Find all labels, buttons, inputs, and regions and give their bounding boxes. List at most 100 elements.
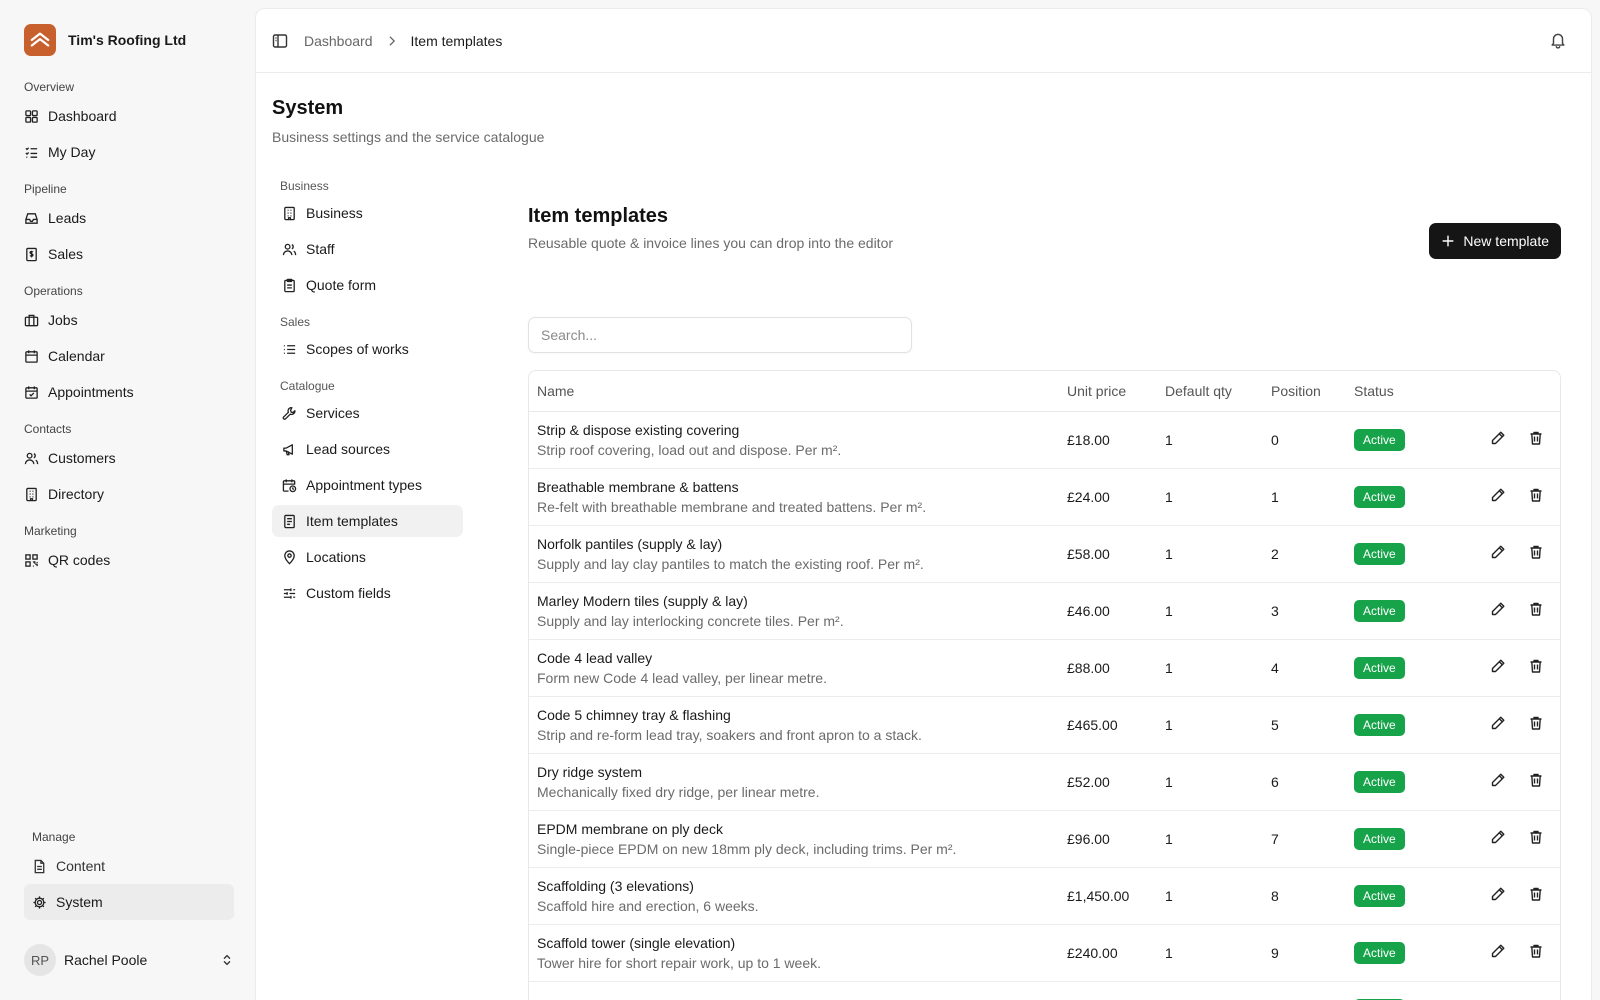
table-row[interactable]: Code 4 lead valley Form new Code 4 lead v… — [529, 639, 1560, 697]
breadcrumb-dashboard[interactable]: Dashboard — [304, 33, 373, 49]
cell-unit-price: £18.00 — [1059, 411, 1157, 469]
subnav-item-quote-form[interactable]: Quote form — [272, 269, 463, 301]
item-name: EPDM membrane on ply deck — [537, 820, 723, 837]
subnav-item-appointment-types[interactable]: Appointment types — [272, 469, 463, 501]
trash-icon[interactable] — [1528, 772, 1544, 788]
table-row[interactable]: Skip (8 yard)£310.00110Active — [529, 981, 1560, 1000]
cell-actions — [1441, 468, 1560, 526]
column-header-unit-price[interactable]: Unit price — [1059, 371, 1157, 412]
delete-button[interactable] — [1528, 544, 1544, 563]
edit-button[interactable] — [1490, 601, 1506, 620]
cell-default-qty: 1 — [1157, 525, 1263, 583]
bell-icon[interactable] — [1549, 31, 1567, 49]
sidebar-item-leads[interactable]: Leads — [24, 200, 234, 236]
cell-position: 8 — [1263, 867, 1346, 925]
status-badge: Active — [1354, 770, 1405, 793]
trash-icon[interactable] — [1528, 544, 1544, 560]
trash-icon[interactable] — [1528, 601, 1544, 617]
table-row[interactable]: Breathable membrane & battens Re-felt wit… — [529, 468, 1560, 526]
subnav-item-custom-fields[interactable]: Custom fields — [272, 577, 463, 609]
pencil-icon[interactable] — [1490, 715, 1506, 731]
sidebar-item-qr-codes[interactable]: QR codes — [24, 542, 234, 578]
sidebar-item-customers[interactable]: Customers — [24, 440, 234, 476]
subnav-item-item-templates[interactable]: Item templates — [272, 505, 463, 537]
trash-icon[interactable] — [1528, 715, 1544, 731]
edit-button[interactable] — [1490, 430, 1506, 449]
edit-button[interactable] — [1490, 715, 1506, 734]
cell-unit-price: £24.00 — [1059, 468, 1157, 526]
edit-button[interactable] — [1490, 829, 1506, 848]
sidebar-item-calendar[interactable]: Calendar — [24, 338, 234, 374]
column-header-position[interactable]: Position — [1263, 371, 1346, 412]
delete-button[interactable] — [1528, 943, 1544, 962]
trash-icon[interactable] — [1528, 658, 1544, 674]
column-header-name[interactable]: Name — [529, 371, 1059, 412]
trash-icon[interactable] — [1528, 430, 1544, 446]
pencil-icon[interactable] — [1490, 487, 1506, 503]
trash-icon[interactable] — [1528, 829, 1544, 845]
subnav-item-services[interactable]: Services — [272, 397, 463, 429]
delete-button[interactable] — [1528, 886, 1544, 905]
status-badge: Active — [1354, 941, 1405, 964]
edit-button[interactable] — [1490, 544, 1506, 563]
table-row[interactable]: Code 5 chimney tray & flashing Strip and … — [529, 696, 1560, 754]
table-row[interactable]: EPDM membrane on ply deck Single-piece EP… — [529, 810, 1560, 868]
sidebar-item-jobs[interactable]: Jobs — [24, 302, 234, 338]
cell-name: Dry ridge system Mechanically fixed dry r… — [529, 753, 1059, 811]
pencil-icon[interactable] — [1490, 829, 1506, 845]
sidebar-item-sales[interactable]: Sales — [24, 236, 234, 272]
delete-button[interactable] — [1528, 772, 1544, 791]
table-row[interactable]: Strip & dispose existing covering Strip r… — [529, 411, 1560, 469]
table-row[interactable]: Scaffolding (3 elevations) Scaffold hire … — [529, 867, 1560, 925]
sidebar-item-dashboard[interactable]: Dashboard — [24, 98, 234, 134]
subnav-item-lead-sources[interactable]: Lead sources — [272, 433, 463, 465]
pencil-icon[interactable] — [1490, 886, 1506, 902]
page-title: System — [272, 97, 344, 119]
edit-button[interactable] — [1490, 487, 1506, 506]
table-row[interactable]: Norfolk pantiles (supply & lay) Supply an… — [529, 525, 1560, 583]
sidebar-item-content[interactable]: Content — [24, 848, 234, 884]
table-row[interactable]: Marley Modern tiles (supply & lay) Supply… — [529, 582, 1560, 640]
pencil-icon[interactable] — [1490, 772, 1506, 788]
user-menu[interactable]: RP Rachel Poole — [24, 944, 234, 976]
delete-button[interactable] — [1528, 715, 1544, 734]
column-header-status[interactable]: Status — [1346, 371, 1441, 412]
edit-button[interactable] — [1490, 772, 1506, 791]
sidebar-item-my-day[interactable]: My Day — [24, 134, 234, 170]
pencil-icon[interactable] — [1490, 943, 1506, 959]
edit-button[interactable] — [1490, 658, 1506, 677]
subnav-item-staff[interactable]: Staff — [272, 233, 463, 265]
pencil-icon[interactable] — [1490, 658, 1506, 674]
pencil-icon[interactable] — [1490, 601, 1506, 617]
delete-button[interactable] — [1528, 829, 1544, 848]
pencil-icon[interactable] — [1490, 430, 1506, 446]
edit-button[interactable] — [1490, 943, 1506, 962]
delete-button[interactable] — [1528, 601, 1544, 620]
trash-icon[interactable] — [1528, 943, 1544, 959]
cell-default-qty: 1 — [1157, 867, 1263, 925]
templates-table: Name Unit price Default qty Position Sta… — [528, 370, 1561, 1000]
brand[interactable]: Tim's Roofing Ltd — [24, 24, 186, 56]
table-row[interactable]: Scaffold tower (single elevation) Tower h… — [529, 924, 1560, 982]
subnav-item-locations[interactable]: Locations — [272, 541, 463, 573]
cell-default-qty: 1 — [1157, 411, 1263, 469]
table-row[interactable]: Dry ridge system Mechanically fixed dry r… — [529, 753, 1560, 811]
pencil-icon[interactable] — [1490, 544, 1506, 560]
trash-icon[interactable] — [1528, 886, 1544, 902]
sidebar-item-appointments[interactable]: Appointments — [24, 374, 234, 410]
sidebar-toggle-icon[interactable] — [272, 33, 288, 49]
new-template-button[interactable]: New template — [1429, 223, 1561, 259]
delete-button[interactable] — [1528, 487, 1544, 506]
edit-button[interactable] — [1490, 886, 1506, 905]
cell-actions — [1441, 810, 1560, 868]
trash-icon[interactable] — [1528, 487, 1544, 503]
column-header-default-qty[interactable]: Default qty — [1157, 371, 1263, 412]
delete-button[interactable] — [1528, 658, 1544, 677]
delete-button[interactable] — [1528, 430, 1544, 449]
subnav-item-scopes-of-works[interactable]: Scopes of works — [272, 333, 463, 365]
search-input[interactable] — [528, 317, 912, 353]
sidebar-item-directory[interactable]: Directory — [24, 476, 234, 512]
sidebar-item-system[interactable]: System — [24, 884, 234, 920]
cell-default-qty: 1 — [1157, 753, 1263, 811]
subnav-item-business[interactable]: Business — [272, 197, 463, 229]
